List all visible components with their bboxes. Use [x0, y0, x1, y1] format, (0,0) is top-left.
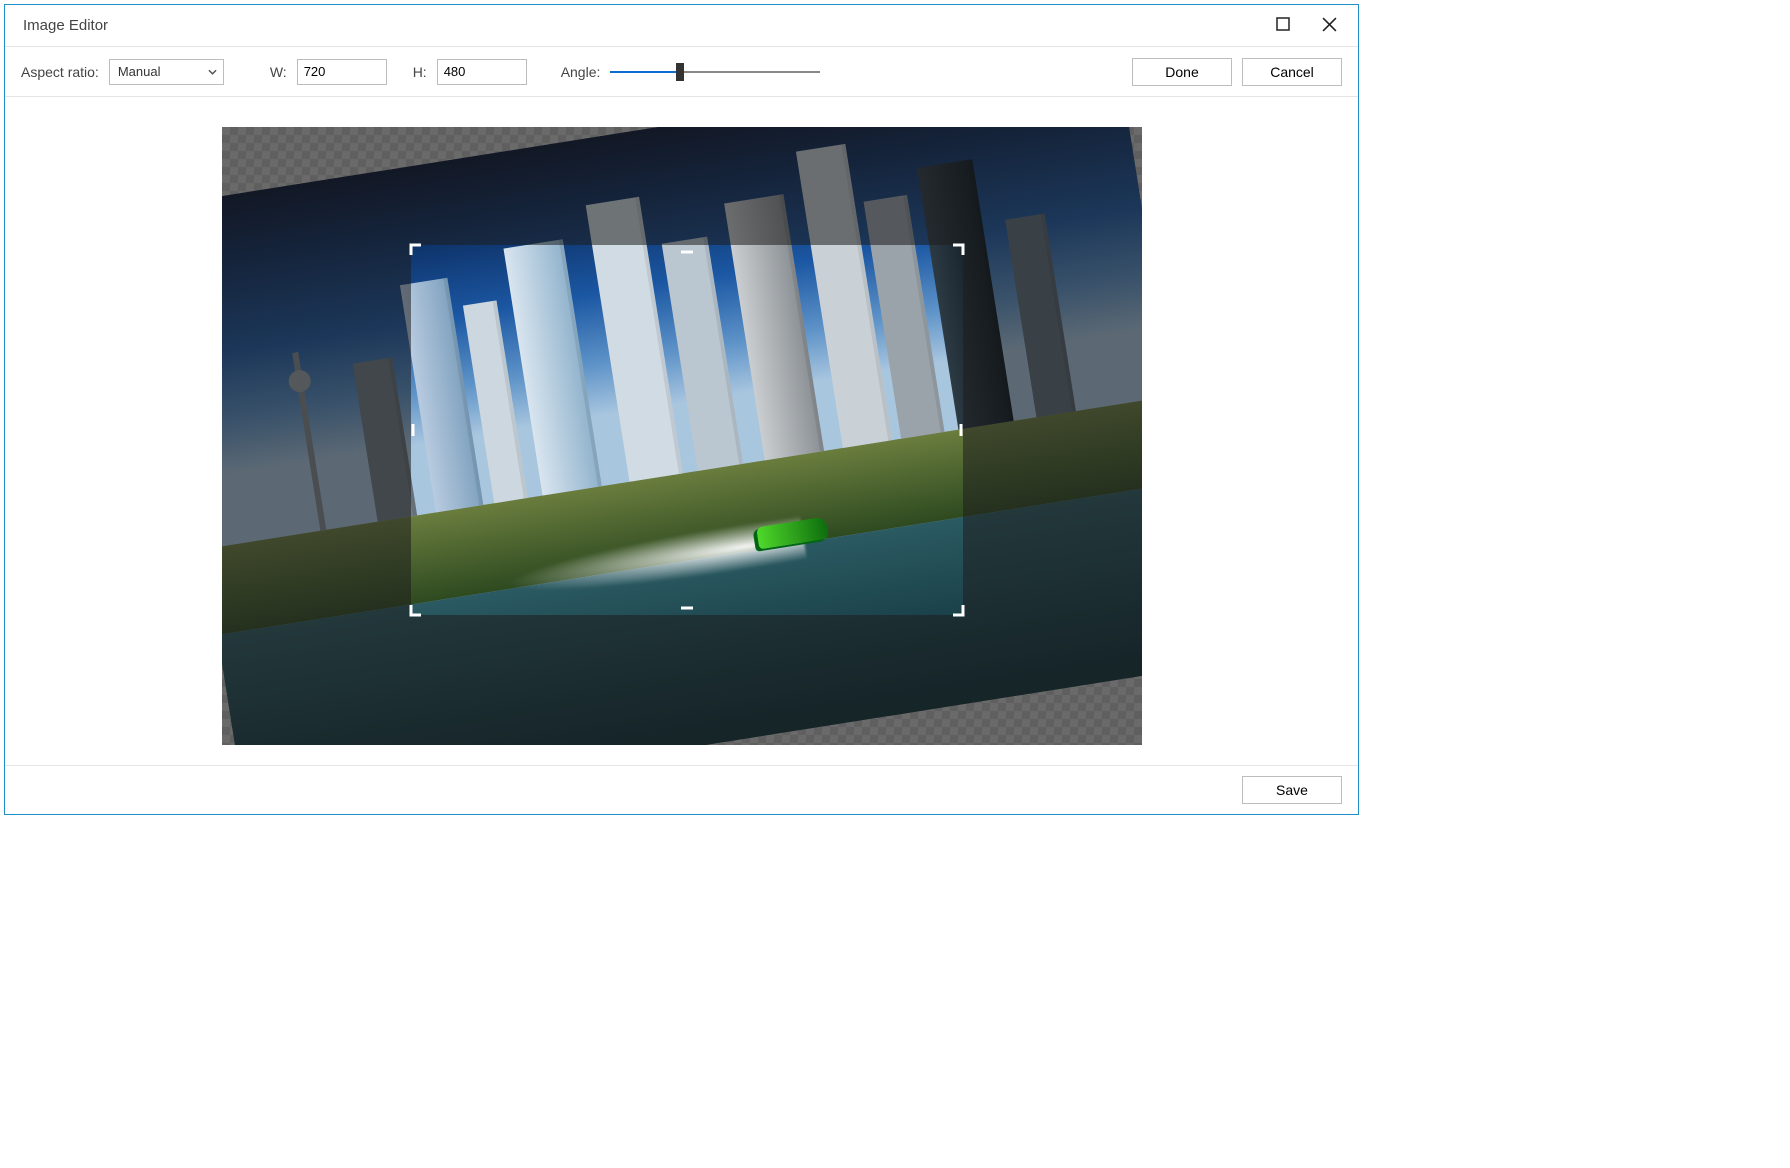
aspect-ratio-select[interactable]: Manual — [109, 59, 224, 85]
crop-handle-right[interactable] — [947, 421, 965, 439]
done-button[interactable]: Done — [1132, 58, 1232, 86]
chevron-down-icon — [208, 64, 217, 79]
image-editor-window: Image Editor Aspect ratio: Manual W: H: — [4, 4, 1359, 815]
canvas-area — [5, 97, 1358, 765]
width-label: W: — [270, 64, 287, 80]
close-button[interactable] — [1306, 10, 1352, 42]
aspect-ratio-label: Aspect ratio: — [21, 64, 99, 80]
crop-rectangle[interactable] — [411, 245, 963, 615]
maximize-button[interactable] — [1260, 10, 1306, 42]
crop-handle-top-left[interactable] — [409, 243, 427, 261]
height-input[interactable] — [437, 59, 527, 85]
width-input[interactable] — [297, 59, 387, 85]
angle-slider-thumb[interactable] — [676, 63, 684, 81]
image-stage[interactable] — [222, 127, 1142, 745]
cancel-button[interactable]: Cancel — [1242, 58, 1342, 86]
close-icon — [1322, 17, 1337, 35]
crop-toolbar: Aspect ratio: Manual W: H: Angle: Done C… — [5, 47, 1358, 97]
crop-handle-bottom-left[interactable] — [409, 599, 427, 617]
maximize-icon — [1276, 17, 1290, 34]
crop-handle-top-right[interactable] — [947, 243, 965, 261]
save-button[interactable]: Save — [1242, 776, 1342, 804]
angle-slider[interactable] — [610, 62, 820, 82]
aspect-ratio-value: Manual — [118, 64, 161, 79]
titlebar: Image Editor — [5, 5, 1358, 47]
height-label: H: — [413, 64, 427, 80]
crop-handle-left[interactable] — [409, 421, 427, 439]
window-title: Image Editor — [23, 17, 108, 34]
footer: Save — [5, 765, 1358, 814]
crop-handle-bottom-right[interactable] — [947, 599, 965, 617]
angle-label: Angle: — [561, 64, 601, 80]
crop-handle-top[interactable] — [678, 243, 696, 261]
crop-handle-bottom[interactable] — [678, 599, 696, 617]
